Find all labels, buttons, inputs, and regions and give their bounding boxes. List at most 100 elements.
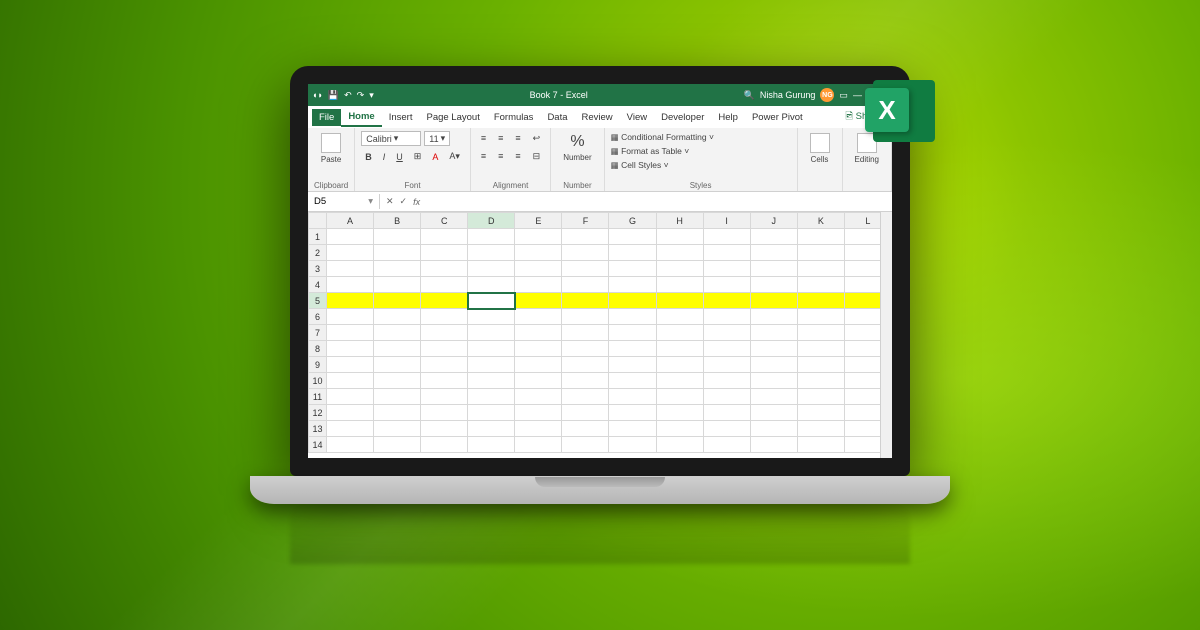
cell-J11[interactable] bbox=[750, 389, 797, 405]
ribbon-display-icon[interactable]: ▭ bbox=[839, 90, 848, 101]
cell-K10[interactable] bbox=[797, 373, 844, 389]
font-color-button[interactable]: A▾ bbox=[445, 149, 464, 164]
column-header-D[interactable]: D bbox=[468, 213, 515, 229]
format-as-table-button[interactable]: ▦ Format as Table ˅ bbox=[611, 145, 791, 158]
cell-H6[interactable] bbox=[656, 309, 703, 325]
cell-G3[interactable] bbox=[609, 261, 656, 277]
row-header-8[interactable]: 8 bbox=[309, 341, 327, 357]
cell-I10[interactable] bbox=[703, 373, 750, 389]
cell-H2[interactable] bbox=[656, 245, 703, 261]
fill-color-button[interactable]: A bbox=[428, 150, 442, 164]
cell-I3[interactable] bbox=[703, 261, 750, 277]
cell-G8[interactable] bbox=[609, 341, 656, 357]
column-header-H[interactable]: H bbox=[656, 213, 703, 229]
cell-D2[interactable] bbox=[468, 245, 515, 261]
cell-I13[interactable] bbox=[703, 421, 750, 437]
cells-button[interactable]: Cells bbox=[804, 131, 836, 166]
user-avatar[interactable]: NG bbox=[820, 88, 834, 102]
merge-icon[interactable]: ⊟ bbox=[529, 149, 545, 164]
select-all-corner[interactable] bbox=[309, 213, 327, 229]
cell-K12[interactable] bbox=[797, 405, 844, 421]
row-header-2[interactable]: 2 bbox=[309, 245, 327, 261]
column-header-I[interactable]: I bbox=[703, 213, 750, 229]
cell-D7[interactable] bbox=[468, 325, 515, 341]
cell-K11[interactable] bbox=[797, 389, 844, 405]
cell-J5[interactable] bbox=[750, 293, 797, 309]
tab-help[interactable]: Help bbox=[711, 109, 745, 126]
cell-A7[interactable] bbox=[327, 325, 374, 341]
cell-D5[interactable] bbox=[468, 293, 515, 309]
tab-file[interactable]: File bbox=[312, 109, 341, 126]
save-icon[interactable]: 💾 bbox=[328, 90, 339, 101]
cell-B6[interactable] bbox=[374, 309, 421, 325]
align-center-icon[interactable]: ≡ bbox=[494, 149, 507, 164]
font-size-select[interactable]: 11▾ bbox=[424, 131, 450, 146]
cell-A6[interactable] bbox=[327, 309, 374, 325]
cell-F8[interactable] bbox=[562, 341, 609, 357]
cell-K7[interactable] bbox=[797, 325, 844, 341]
cell-H1[interactable] bbox=[656, 229, 703, 245]
tab-insert[interactable]: Insert bbox=[382, 109, 420, 126]
cell-J14[interactable] bbox=[750, 437, 797, 453]
underline-button[interactable]: U bbox=[392, 150, 407, 164]
cell-A4[interactable] bbox=[327, 277, 374, 293]
cell-H12[interactable] bbox=[656, 405, 703, 421]
cell-A1[interactable] bbox=[327, 229, 374, 245]
cell-G2[interactable] bbox=[609, 245, 656, 261]
cell-G11[interactable] bbox=[609, 389, 656, 405]
cell-I11[interactable] bbox=[703, 389, 750, 405]
cell-E2[interactable] bbox=[515, 245, 562, 261]
cell-B8[interactable] bbox=[374, 341, 421, 357]
cell-A12[interactable] bbox=[327, 405, 374, 421]
cell-I5[interactable] bbox=[703, 293, 750, 309]
cell-J10[interactable] bbox=[750, 373, 797, 389]
cell-A3[interactable] bbox=[327, 261, 374, 277]
cell-C2[interactable] bbox=[421, 245, 468, 261]
tab-formulas[interactable]: Formulas bbox=[487, 109, 541, 126]
cell-G1[interactable] bbox=[609, 229, 656, 245]
cell-F11[interactable] bbox=[562, 389, 609, 405]
cell-A5[interactable] bbox=[327, 293, 374, 309]
cell-H13[interactable] bbox=[656, 421, 703, 437]
tab-data[interactable]: Data bbox=[540, 109, 574, 126]
cell-D9[interactable] bbox=[468, 357, 515, 373]
cell-D14[interactable] bbox=[468, 437, 515, 453]
cell-B1[interactable] bbox=[374, 229, 421, 245]
tab-page-layout[interactable]: Page Layout bbox=[419, 109, 486, 126]
column-header-G[interactable]: G bbox=[609, 213, 656, 229]
cell-F3[interactable] bbox=[562, 261, 609, 277]
cell-D6[interactable] bbox=[468, 309, 515, 325]
cell-F12[interactable] bbox=[562, 405, 609, 421]
cell-J1[interactable] bbox=[750, 229, 797, 245]
cell-F10[interactable] bbox=[562, 373, 609, 389]
vertical-scrollbar[interactable] bbox=[880, 212, 892, 458]
spreadsheet-grid[interactable]: ABCDEFGHIJKL1234567891011121314 bbox=[308, 212, 892, 458]
cell-K1[interactable] bbox=[797, 229, 844, 245]
cell-H3[interactable] bbox=[656, 261, 703, 277]
cell-J9[interactable] bbox=[750, 357, 797, 373]
cell-I9[interactable] bbox=[703, 357, 750, 373]
cell-A8[interactable] bbox=[327, 341, 374, 357]
cell-F6[interactable] bbox=[562, 309, 609, 325]
cell-E14[interactable] bbox=[515, 437, 562, 453]
cell-B12[interactable] bbox=[374, 405, 421, 421]
align-left-icon[interactable]: ≡ bbox=[477, 149, 490, 164]
cell-K3[interactable] bbox=[797, 261, 844, 277]
cell-D10[interactable] bbox=[468, 373, 515, 389]
cell-J4[interactable] bbox=[750, 277, 797, 293]
cell-F14[interactable] bbox=[562, 437, 609, 453]
name-box[interactable]: D5▾ bbox=[308, 194, 380, 209]
cell-C13[interactable] bbox=[421, 421, 468, 437]
cell-F4[interactable] bbox=[562, 277, 609, 293]
cell-C7[interactable] bbox=[421, 325, 468, 341]
cell-F13[interactable] bbox=[562, 421, 609, 437]
cell-E4[interactable] bbox=[515, 277, 562, 293]
cell-J2[interactable] bbox=[750, 245, 797, 261]
cell-I4[interactable] bbox=[703, 277, 750, 293]
cell-F2[interactable] bbox=[562, 245, 609, 261]
cell-G13[interactable] bbox=[609, 421, 656, 437]
cell-J6[interactable] bbox=[750, 309, 797, 325]
align-middle-icon[interactable]: ≡ bbox=[494, 131, 507, 146]
cell-A14[interactable] bbox=[327, 437, 374, 453]
cell-K13[interactable] bbox=[797, 421, 844, 437]
